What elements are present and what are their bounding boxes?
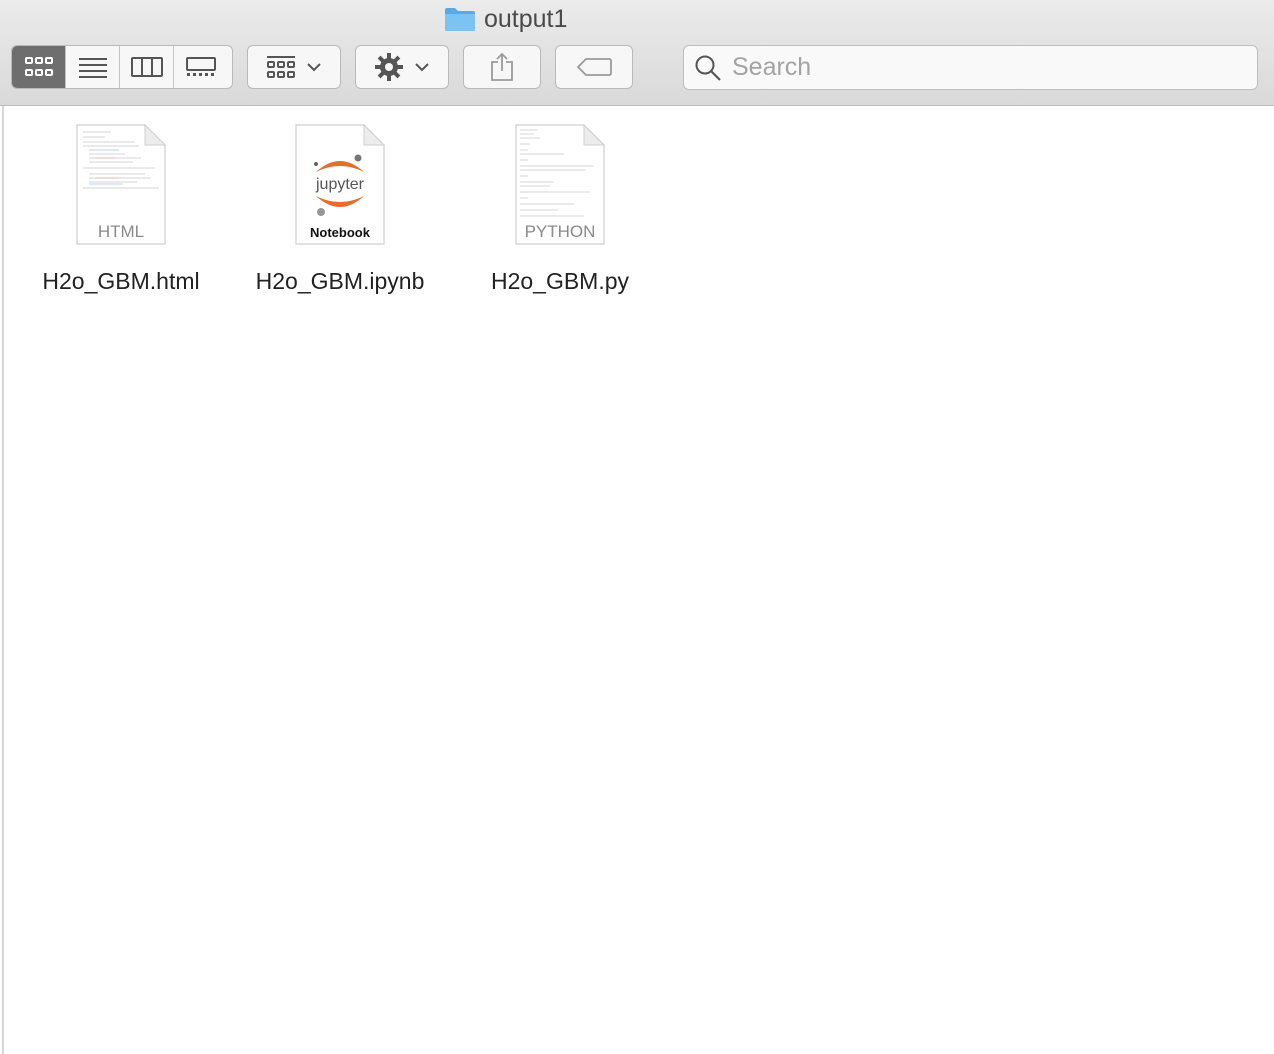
file-item-html[interactable]: HTML H2o_GBM.html xyxy=(21,124,221,304)
group-by-button[interactable] xyxy=(247,45,341,89)
group-grid-icon xyxy=(267,56,295,78)
chevron-down-icon xyxy=(307,63,321,72)
share-button[interactable] xyxy=(463,45,541,89)
html-file-icon: HTML xyxy=(75,124,167,246)
notebook-file-icon: jupyter Notebook xyxy=(294,124,386,246)
file-item-python[interactable]: PYTHON H2o_GBM.py xyxy=(460,124,660,304)
column-view-button[interactable] xyxy=(120,46,174,88)
icon-view-button[interactable] xyxy=(12,46,66,88)
tag-icon xyxy=(576,58,612,76)
list-view-icon xyxy=(78,58,107,78)
window-title: output1 xyxy=(444,4,567,34)
file-item-notebook[interactable]: jupyter Notebook H2o_GBM.ipynb xyxy=(240,124,440,304)
folder-icon xyxy=(445,8,475,31)
toolbar: output1 xyxy=(0,0,1274,106)
file-name: H2o_GBM.py xyxy=(490,268,630,294)
share-icon xyxy=(491,52,513,81)
gear-icon xyxy=(375,53,403,81)
column-view-icon xyxy=(130,57,163,77)
window-title-label: output1 xyxy=(484,4,568,33)
search-input[interactable] xyxy=(730,52,1234,83)
gallery-view-button[interactable] xyxy=(174,46,228,88)
icon-view-icon xyxy=(24,57,53,76)
action-button[interactable] xyxy=(355,45,449,89)
search-icon xyxy=(695,55,721,81)
view-mode-segmented-control xyxy=(11,45,233,89)
chevron-down-icon xyxy=(415,63,429,72)
search-field[interactable] xyxy=(683,45,1258,90)
tags-button[interactable] xyxy=(555,45,633,89)
gallery-view-icon xyxy=(186,57,216,76)
window-left-border xyxy=(2,106,4,1054)
list-view-button[interactable] xyxy=(66,46,120,88)
jupyter-logo-text: jupyter xyxy=(315,176,365,193)
file-type-label: HTML xyxy=(97,222,145,241)
python-file-icon: PYTHON xyxy=(514,124,606,246)
file-name: H2o_GBM.html xyxy=(42,268,200,294)
file-name: H2o_GBM.ipynb xyxy=(255,268,425,294)
file-type-label: Notebook xyxy=(310,225,370,240)
file-type-label: PYTHON xyxy=(524,222,596,241)
